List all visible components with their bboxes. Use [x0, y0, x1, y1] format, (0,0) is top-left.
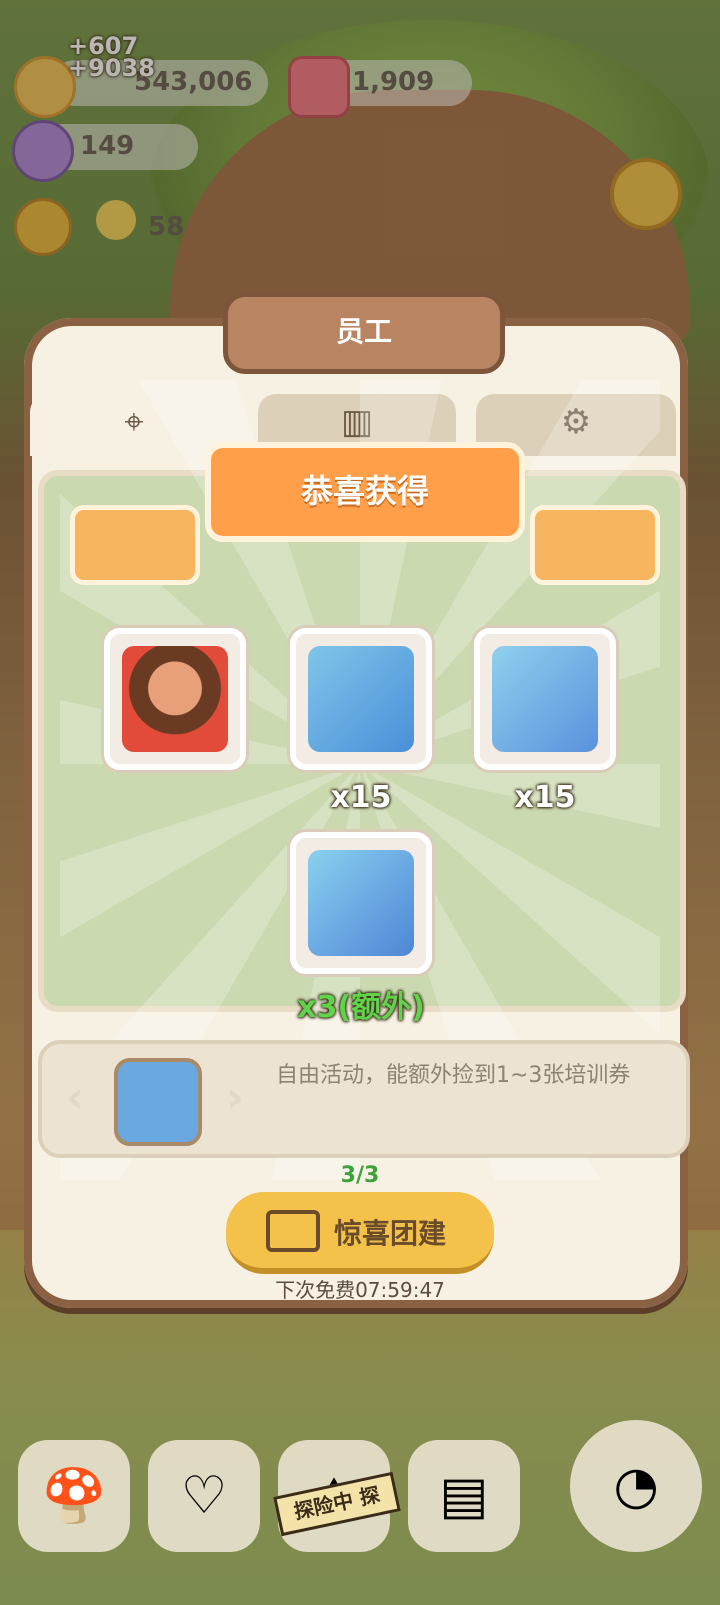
nav-mushroom-house[interactable]: 🍄 — [18, 1440, 130, 1552]
surprise-teambuilding-button[interactable]: 惊喜团建 — [226, 1192, 494, 1274]
reward-qty-goggles: x15 — [330, 780, 392, 815]
shopping-bag-icon: ▤ — [439, 1466, 489, 1526]
activity-description: 自由活动，能额外捡到1~3张培训券 — [276, 1063, 631, 1088]
next-free-timer: 下次免费07:59:47 — [275, 1278, 445, 1302]
surprise-teambuilding-label: 惊喜团建 — [334, 1217, 447, 1250]
heart-notebook-icon: ♡ — [180, 1466, 228, 1526]
reward-card-spatula-manual[interactable] — [474, 628, 616, 770]
nav-notebook[interactable]: ♡ — [148, 1440, 260, 1552]
training-voucher-icon — [114, 1058, 202, 1146]
reward-qty-voucher: x3(额外) — [297, 990, 425, 1025]
reward-banner-title: 恭喜获得 — [205, 442, 525, 542]
open-book-manual-icon — [308, 850, 414, 956]
next-arrow-icon[interactable]: › — [214, 1072, 256, 1124]
mushroom-house-icon: 🍄 — [41, 1466, 107, 1527]
activity-counter: 3/3 — [340, 1163, 380, 1188]
prev-arrow-icon[interactable]: ‹ — [54, 1072, 96, 1124]
goggles-manual-icon — [308, 646, 414, 752]
video-play-icon — [266, 1210, 320, 1252]
panel-title: 员工 — [223, 292, 505, 374]
caveman-portrait-icon — [122, 646, 228, 752]
nav-cat-clock[interactable]: ◔ — [570, 1420, 702, 1552]
reward-card-goggles-manual[interactable] — [290, 628, 432, 770]
nav-shop-bag[interactable]: ▤ — [408, 1440, 520, 1552]
reward-card-voucher-book[interactable] — [290, 832, 432, 974]
banner-tail-right — [530, 505, 660, 585]
cat-clock-icon: ◔ — [613, 1456, 659, 1516]
banner-tail-left — [70, 505, 200, 585]
spatula-manual-icon — [492, 646, 598, 752]
reward-qty-spatula: x15 — [514, 780, 576, 815]
reward-card-caveman[interactable] — [104, 628, 246, 770]
